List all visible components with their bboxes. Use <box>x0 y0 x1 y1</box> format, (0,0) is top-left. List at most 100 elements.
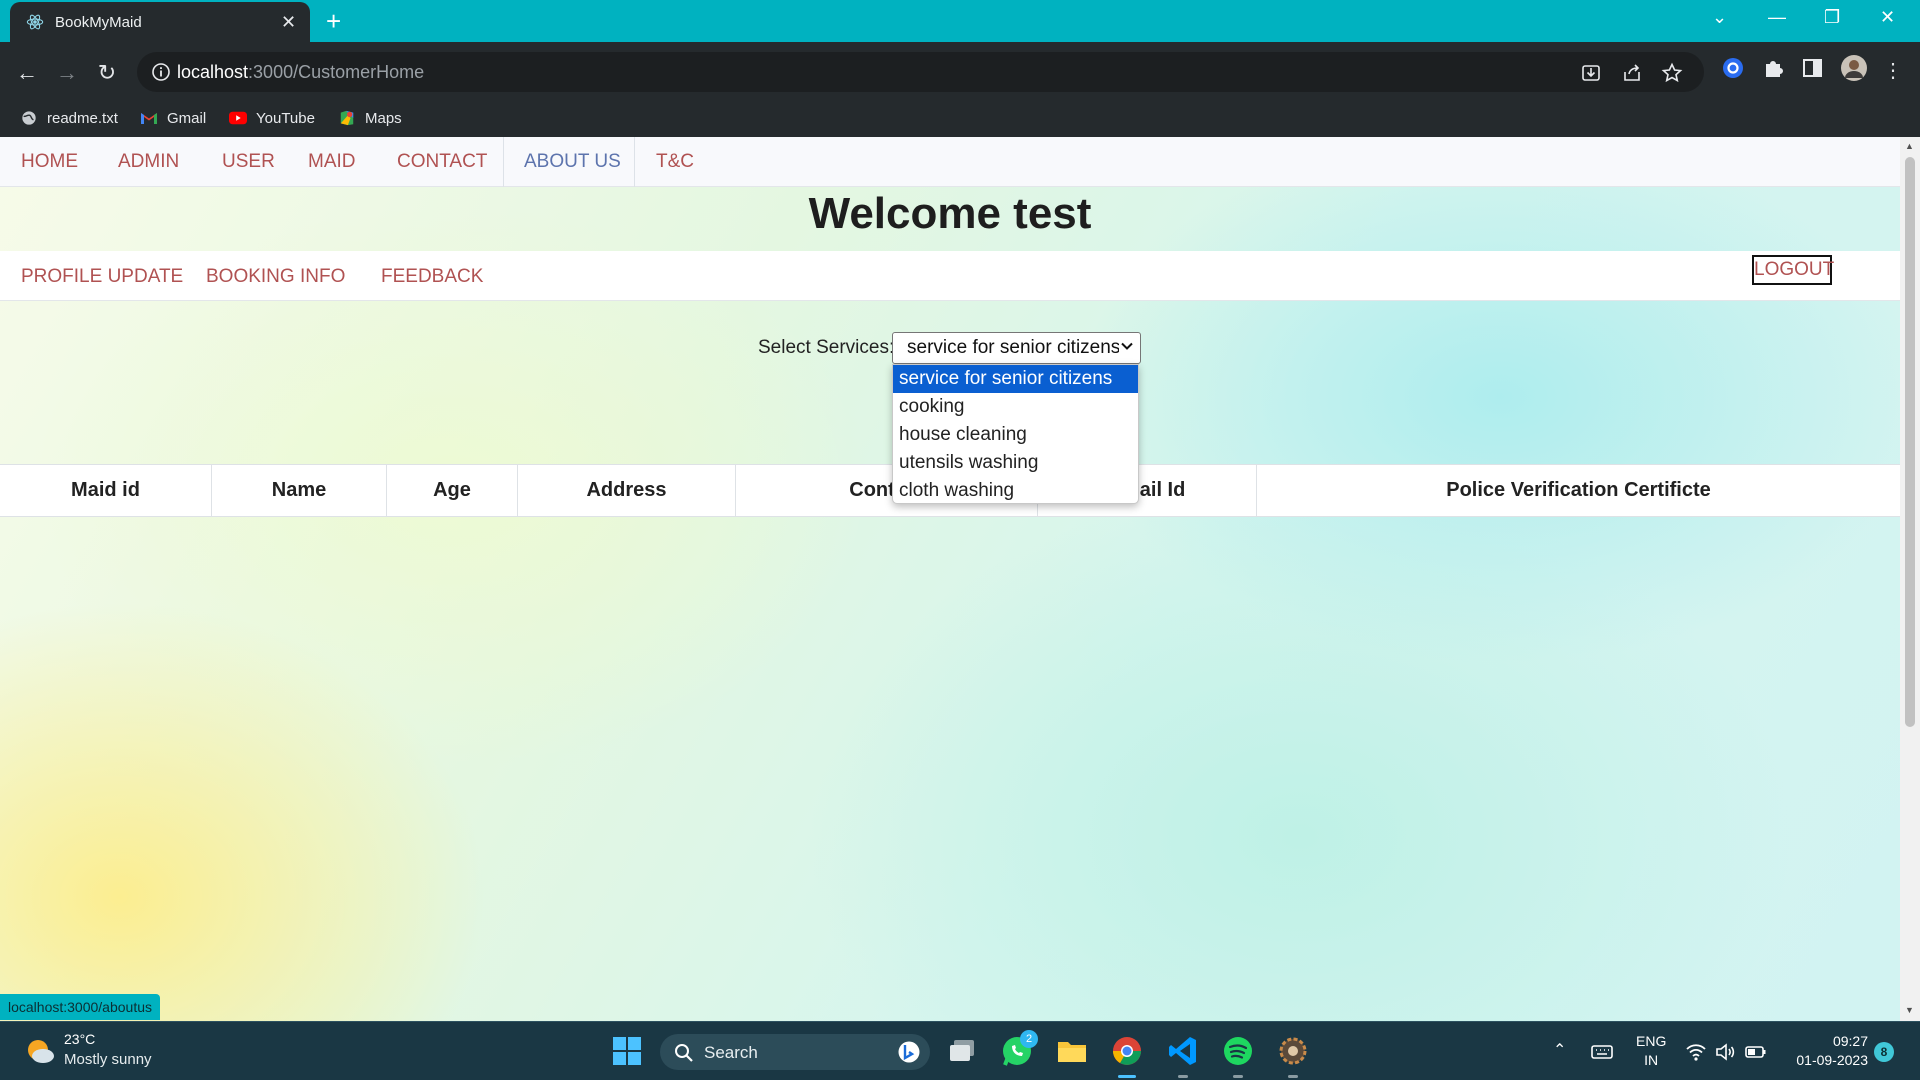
option-senior-citizens[interactable]: service for senior citizens <box>893 365 1138 393</box>
spotify-icon[interactable] <box>1221 1034 1255 1068</box>
nav-admin[interactable]: ADMIN <box>118 151 179 173</box>
extension-circle-icon[interactable] <box>1720 55 1746 81</box>
wifi-icon[interactable] <box>1685 1041 1707 1063</box>
top-navbar: HOME ADMIN USER MAID CONTACT ABOUT US T&… <box>0 137 1900 187</box>
bookmark-gmail[interactable]: Gmail <box>140 104 206 134</box>
bookmark-label: YouTube <box>256 110 315 127</box>
settings-gear-icon[interactable] <box>1276 1034 1310 1068</box>
globe-icon <box>22 111 36 125</box>
browser-tab[interactable]: BookMyMaid ✕ <box>10 2 310 42</box>
option-utensils-washing[interactable]: utensils washing <box>893 449 1138 477</box>
whatsapp-badge: 2 <box>1020 1030 1038 1048</box>
task-view-icon[interactable] <box>946 1034 980 1068</box>
column-header: Name <box>211 465 386 516</box>
notification-badge[interactable]: 8 <box>1874 1042 1894 1062</box>
windows-taskbar: 23°C Mostly sunny Search 2 ⌃ ENG IN 09:2… <box>0 1021 1920 1080</box>
nav-home[interactable]: HOME <box>21 151 78 173</box>
gmail-icon <box>141 113 157 125</box>
column-header: Police Verification Certificte <box>1256 465 1900 516</box>
search-icon <box>675 1044 693 1062</box>
tab-title: BookMyMaid <box>55 14 142 31</box>
taskbar-search[interactable]: Search <box>660 1034 930 1070</box>
scrollbar-thumb[interactable] <box>1905 157 1915 727</box>
column-header: Maid id <box>71 479 140 501</box>
clock-time: 09:27 <box>1832 1033 1868 1049</box>
address-bar[interactable]: localhost:3000/CustomerHome <box>137 52 1704 92</box>
bookmark-label: readme.txt <box>47 110 118 127</box>
tray-overflow-icon[interactable]: ⌃ <box>1553 1040 1566 1060</box>
search-label: Search <box>704 1043 758 1062</box>
system-clock[interactable]: 09:27 01-09-2023 <box>1782 1032 1868 1070</box>
nav-terms[interactable]: T&C <box>656 151 694 173</box>
option-cooking[interactable]: cooking <box>893 393 1138 421</box>
extensions-puzzle-icon[interactable] <box>1760 55 1786 81</box>
bookmark-label: Gmail <box>167 110 207 127</box>
minimize-icon[interactable]: — <box>1768 8 1786 26</box>
lang-code: ENG <box>1636 1033 1667 1049</box>
input-language[interactable]: ENG IN <box>1636 1032 1666 1070</box>
clock-date: 01-09-2023 <box>1796 1052 1868 1068</box>
bookmark-readme[interactable]: readme.txt <box>20 104 118 134</box>
volume-icon[interactable] <box>1714 1041 1736 1063</box>
page-viewport: HOME ADMIN USER MAID CONTACT ABOUT US T&… <box>0 137 1900 1021</box>
nav-feedback[interactable]: FEEDBACK <box>381 266 483 288</box>
customer-subnav: PROFILE UPDATE BOOKING INFO FEEDBACK LOG… <box>0 251 1900 301</box>
option-house-cleaning[interactable]: house cleaning <box>893 421 1138 449</box>
scroll-up-icon[interactable]: ▲ <box>1905 141 1914 151</box>
bookmark-star-icon[interactable] <box>1661 62 1683 84</box>
column-header: Address <box>517 465 735 516</box>
bookmark-youtube[interactable]: YouTube <box>229 104 315 134</box>
back-icon[interactable]: ← <box>12 58 42 88</box>
option-cloth-washing[interactable]: cloth washing <box>893 477 1138 503</box>
react-icon <box>26 14 44 30</box>
link-status-bubble: localhost:3000/aboutus <box>0 994 160 1020</box>
tab-close-icon[interactable]: ✕ <box>281 13 296 31</box>
services-dropdown-list: service for senior citizens cooking hous… <box>892 364 1139 504</box>
app-running-indicator <box>1288 1075 1298 1078</box>
nav-contact[interactable]: CONTACT <box>397 151 487 173</box>
site-info-icon[interactable] <box>151 62 171 82</box>
weather-temperature: 23°C <box>64 1031 96 1047</box>
services-select[interactable]: service for senior citizens <box>892 332 1141 364</box>
nav-about-us[interactable]: ABOUT US <box>524 151 621 173</box>
scroll-down-icon[interactable]: ▼ <box>1905 1005 1914 1015</box>
nav-booking-info[interactable]: BOOKING INFO <box>206 266 345 288</box>
nav-user[interactable]: USER <box>222 151 275 173</box>
side-panel-icon[interactable] <box>1800 55 1826 81</box>
tab-search-icon[interactable]: ⌄ <box>1712 8 1727 26</box>
close-window-icon[interactable]: ✕ <box>1880 8 1895 26</box>
vscode-icon[interactable] <box>1166 1034 1200 1068</box>
welcome-heading: Welcome test <box>808 189 1092 238</box>
browser-toolbar: ← → ↻ localhost:3000/CustomerHome ⋮ read… <box>0 42 1920 138</box>
nav-maid[interactable]: MAID <box>308 151 356 173</box>
new-tab-icon[interactable]: + <box>326 8 341 34</box>
weather-description: Mostly sunny <box>64 1051 152 1068</box>
battery-icon[interactable] <box>1744 1041 1768 1063</box>
chrome-active-indicator <box>1118 1075 1136 1078</box>
chrome-icon[interactable] <box>1110 1034 1144 1068</box>
bookmark-label: Maps <box>365 110 402 127</box>
windows-start-icon[interactable] <box>610 1034 644 1068</box>
page-scrollbar[interactable]: ▲ ▼ <box>1900 137 1920 1021</box>
file-explorer-icon[interactable] <box>1055 1034 1089 1068</box>
bing-icon[interactable] <box>898 1041 920 1063</box>
youtube-icon <box>229 111 247 125</box>
menu-kebab-icon[interactable]: ⋮ <box>1878 56 1908 86</box>
vscode-running-indicator <box>1178 1075 1188 1078</box>
services-select-value: service for senior citizens <box>907 337 1119 358</box>
bookmark-maps[interactable]: Maps <box>338 104 402 134</box>
keyboard-icon[interactable] <box>1590 1040 1614 1064</box>
reload-icon[interactable]: ↻ <box>92 58 122 88</box>
weather-sunny-icon[interactable] <box>24 1036 56 1066</box>
share-icon[interactable] <box>1621 62 1643 84</box>
logout-button[interactable]: LOGOUT <box>1752 255 1834 285</box>
forward-icon[interactable]: → <box>52 58 82 88</box>
restore-icon[interactable]: ❐ <box>1824 8 1840 26</box>
url-host: localhost <box>177 62 249 82</box>
select-services-label: Select Services: <box>758 337 895 358</box>
install-icon[interactable] <box>1580 62 1602 84</box>
column-header: Age <box>386 465 517 516</box>
chevron-down-icon <box>1121 342 1133 350</box>
profile-avatar[interactable] <box>1840 54 1868 82</box>
nav-profile-update[interactable]: PROFILE UPDATE <box>21 266 183 288</box>
